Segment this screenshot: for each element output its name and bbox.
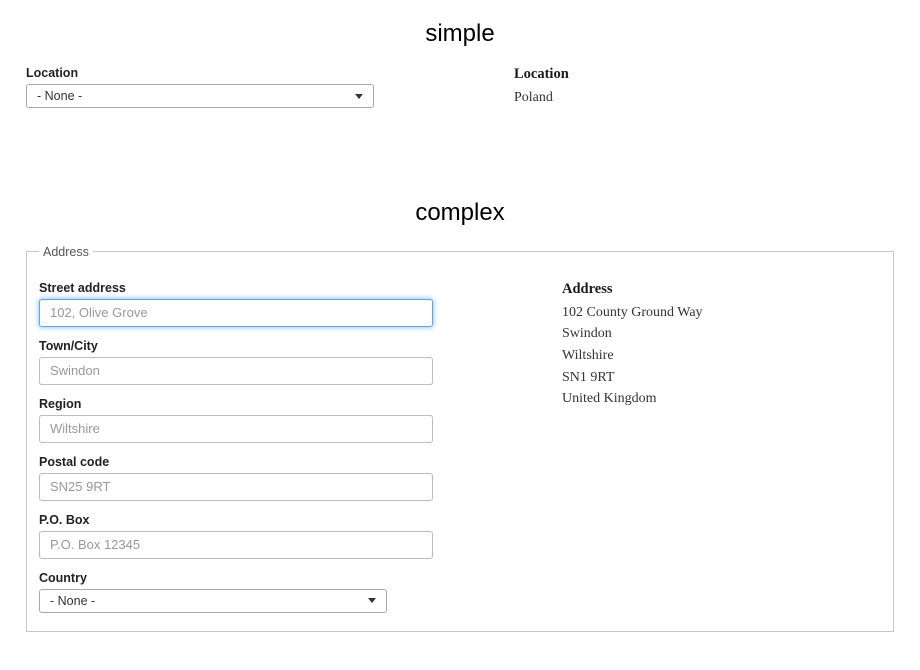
street-label: Street address <box>39 281 456 295</box>
location-select[interactable]: - None - <box>26 84 374 108</box>
pobox-label: P.O. Box <box>39 513 456 527</box>
region-input[interactable] <box>39 415 433 443</box>
section-heading-simple: simple <box>26 20 894 48</box>
postal-input[interactable] <box>39 473 433 501</box>
region-group: Region <box>39 397 456 443</box>
complex-form-col: Street address Town/City Region Postal c… <box>39 281 456 613</box>
address-line-3: Wiltshire <box>562 345 913 367</box>
address-line-4: SN1 9RT <box>562 367 913 389</box>
location-label: Location <box>26 66 460 80</box>
complex-display-col: Address 102 County Ground Way Swindon Wi… <box>496 281 913 613</box>
pobox-input[interactable] <box>39 531 433 559</box>
address-line-2: Swindon <box>562 323 913 345</box>
address-fieldset: Address Street address Town/City Region … <box>26 245 894 632</box>
address-legend: Address <box>39 245 93 259</box>
simple-display-col: Location Poland <box>500 66 920 109</box>
complex-row: Street address Town/City Region Postal c… <box>39 281 873 613</box>
address-display-label: Address <box>562 281 913 298</box>
postal-label: Postal code <box>39 455 456 469</box>
street-group: Street address <box>39 281 456 327</box>
country-select[interactable]: - None - <box>39 589 387 613</box>
town-group: Town/City <box>39 339 456 385</box>
country-group: Country - None - <box>39 571 456 613</box>
street-input[interactable] <box>39 299 433 327</box>
location-display-value: Poland <box>514 87 920 109</box>
postal-group: Postal code <box>39 455 456 501</box>
region-label: Region <box>39 397 456 411</box>
address-line-5: United Kingdom <box>562 388 913 410</box>
simple-form-col: Location - None - <box>26 66 460 109</box>
pobox-group: P.O. Box <box>39 513 456 559</box>
town-input[interactable] <box>39 357 433 385</box>
location-display-label: Location <box>514 66 920 83</box>
section-heading-complex: complex <box>26 199 894 227</box>
town-label: Town/City <box>39 339 456 353</box>
spacer <box>26 109 894 199</box>
simple-row: Location - None - Location Poland <box>26 66 894 109</box>
address-line-1: 102 County Ground Way <box>562 302 913 324</box>
country-label: Country <box>39 571 456 585</box>
